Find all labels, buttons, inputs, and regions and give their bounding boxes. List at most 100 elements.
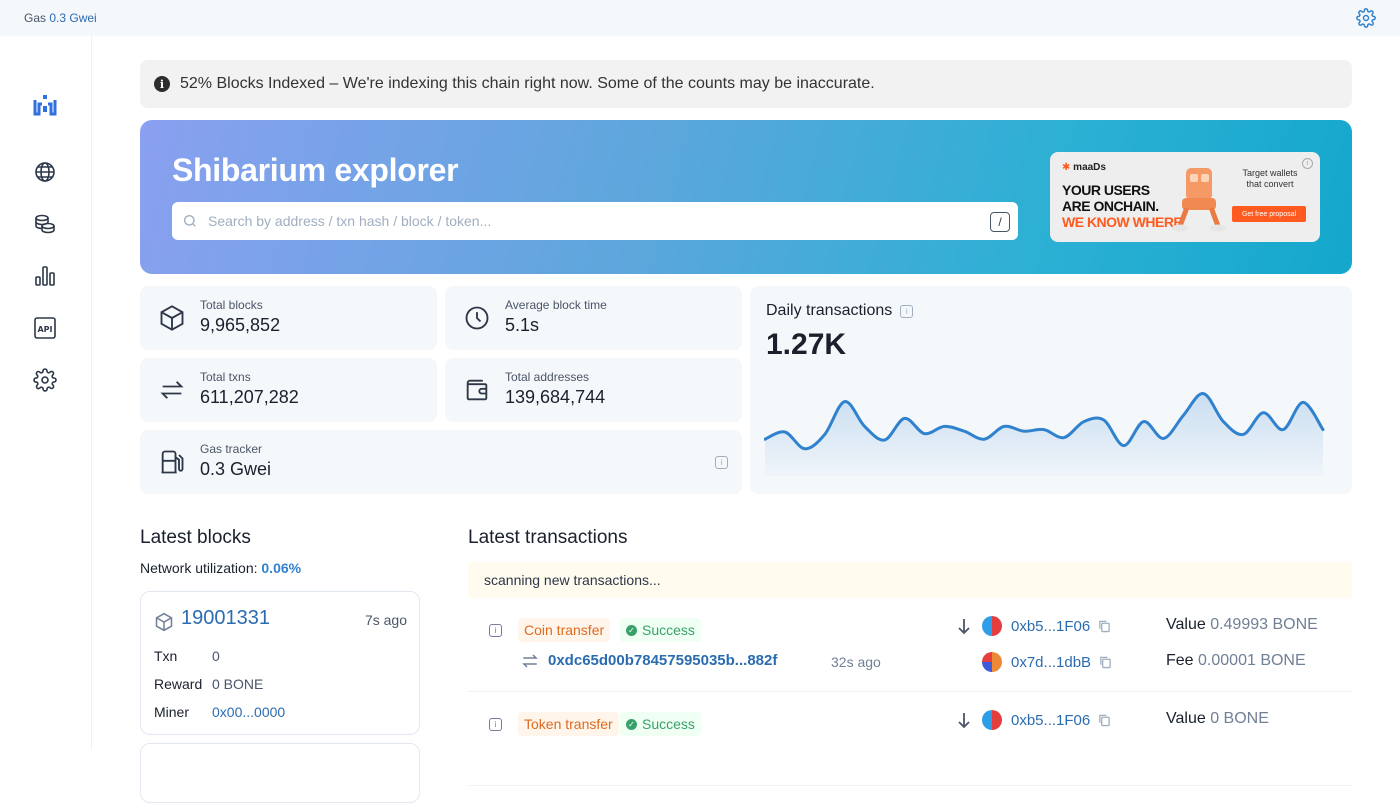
latest-blocks-title: Latest blocks [140, 527, 251, 548]
success-check-icon: ✓ [626, 718, 637, 730]
settings-gear-icon[interactable] [1356, 8, 1376, 28]
top-bar: Gas 0.3 Gwei [0, 0, 1400, 36]
tx-to-address[interactable]: 0x7d...1dbB [982, 652, 1112, 672]
block-txn-row: Txn 0 [154, 648, 220, 664]
indexing-alert: i 52% Blocks Indexed – We're indexing th… [140, 60, 1352, 108]
address-avatar [982, 616, 1002, 636]
stats-chart-icon[interactable] [33, 264, 57, 288]
arrow-down-icon [958, 713, 970, 729]
stat-average-block-time: Average block time 5.1s [445, 286, 742, 350]
ad-cta-button[interactable]: Get free proposal [1232, 206, 1306, 222]
tx-status-badge: ✓ Success [620, 712, 701, 736]
gas-indicator: Gas 0.3 Gwei [24, 11, 97, 25]
ad-brand: ✱ maaDs [1062, 162, 1106, 173]
gas-info-icon[interactable]: i [715, 456, 728, 469]
scanning-notice: scanning new transactions... [468, 562, 1352, 598]
ad-headline-2: ARE ONCHAIN. [1062, 198, 1159, 214]
cube-icon [160, 305, 184, 331]
block-miner-link[interactable]: 0x00...0000 [212, 704, 285, 720]
gas-label: Gas [24, 11, 47, 25]
settings-icon[interactable] [33, 368, 57, 392]
stat-label: Total addresses [505, 370, 590, 384]
tx-age: 32s ago [831, 654, 881, 670]
copy-icon[interactable] [1098, 619, 1111, 633]
stat-value: 0.3 Gwei [200, 459, 272, 479]
ad-mascot-illustration [1172, 168, 1226, 232]
success-check-icon: ✓ [626, 624, 637, 636]
stat-label: Total txns [200, 370, 251, 384]
daily-transactions-value: 1.27K [766, 328, 847, 361]
clock-icon [465, 306, 489, 330]
block-miner-row: Miner 0x00...0000 [154, 704, 286, 720]
search-bar[interactable]: / [172, 202, 1018, 240]
svg-text:API: API [37, 325, 52, 334]
tx-type-badge: Token transfer [518, 712, 619, 736]
gas-pump-icon [161, 450, 184, 474]
tx-value: Value 0.49993 BONE [1166, 616, 1318, 633]
address-avatar [982, 652, 1002, 672]
transaction-row: i Token transfer ✓ Success 0xb5...1F06 Va… [468, 692, 1352, 786]
block-reward-row: Reward 0 BONE [154, 676, 264, 692]
stat-total-txns: Total txns 611,207,282 [140, 358, 437, 422]
tx-fee: Fee 0.00001 BONE [1166, 652, 1306, 669]
tx-hash-link[interactable]: 0xdc65d00b78457595035b...882f [548, 652, 777, 669]
api-icon[interactable]: API [33, 316, 57, 340]
wallet-icon [466, 379, 488, 401]
gas-value: 0.3 Gwei [49, 11, 97, 25]
block-txn-value: 0 [212, 648, 220, 664]
tx-type-badge: Coin transfer [518, 618, 611, 642]
daily-info-icon[interactable]: i [900, 304, 914, 318]
stat-label: Average block time [505, 298, 607, 312]
block-number-link[interactable]: 19001331 [181, 607, 270, 630]
tx-info-icon[interactable]: i [489, 624, 502, 637]
transfer-arrows-icon [160, 381, 184, 399]
copy-icon[interactable] [1099, 655, 1112, 669]
stat-value: 5.1s [505, 315, 540, 335]
transfer-arrows-icon [522, 654, 538, 668]
globe-icon[interactable] [33, 160, 57, 184]
tx-from-address[interactable]: 0xb5...1F06 [982, 710, 1111, 730]
latest-transactions-title: Latest transactions [468, 527, 628, 548]
alert-text: 52% Blocks Indexed – We're indexing this… [180, 75, 875, 92]
stat-total-blocks: Total blocks 9,965,852 [140, 286, 437, 350]
network-utilization: Network utilization: 0.06% [140, 560, 302, 576]
transaction-row: i Coin transfer ✓ Success 0xdc65d00b78457… [468, 598, 1352, 692]
utilization-value: 0.06% [261, 560, 302, 576]
tx-status-badge: ✓ Success [620, 618, 701, 642]
tokens-coins-icon[interactable] [33, 212, 57, 236]
daily-transactions-card: Daily transactions i 1.27K [750, 286, 1352, 494]
copy-icon[interactable] [1098, 713, 1111, 727]
ad-headline-1: YOUR USERS [1062, 182, 1150, 198]
daily-transactions-chart [764, 392, 1325, 476]
tx-value: Value 0 BONE [1166, 710, 1269, 727]
stat-label: Gas tracker [200, 442, 263, 456]
search-shortcut-key: / [990, 212, 1010, 232]
search-icon [184, 215, 196, 227]
block-card [140, 743, 420, 803]
ad-tagline: Target wallets that convert [1242, 168, 1298, 189]
ad-headline-3: WE KNOW WHERE [1062, 214, 1183, 230]
stat-gas-tracker: Gas tracker 0.3 Gwei i [140, 430, 742, 494]
arrow-down-icon [958, 619, 970, 635]
tx-info-icon[interactable]: i [489, 718, 502, 731]
search-input[interactable] [208, 213, 968, 229]
tx-from-address[interactable]: 0xb5...1F06 [982, 616, 1111, 636]
address-avatar [982, 710, 1002, 730]
stat-value: 9,965,852 [200, 315, 281, 335]
stat-total-addresses: Total addresses 139,684,744 [445, 358, 742, 422]
block-cube-icon [155, 612, 173, 632]
stat-value: 611,207,282 [200, 387, 299, 407]
hero-banner: Shibarium explorer / ✱ maaDs YOUR USERS … [140, 120, 1352, 274]
sidebar: API [0, 36, 92, 750]
ad-info-icon[interactable]: i [1302, 158, 1313, 169]
stat-label: Total blocks [200, 298, 263, 312]
stat-value: 139,684,744 [505, 387, 606, 407]
info-icon: i [154, 76, 170, 92]
ad-banner[interactable]: ✱ maaDs YOUR USERS ARE ONCHAIN. WE KNOW … [1050, 152, 1320, 242]
block-reward-value: 0 BONE [212, 676, 264, 692]
block-card: 19001331 7s ago Txn 0 Reward 0 BONE Mine… [140, 591, 420, 735]
daily-transactions-title: Daily transactions i [766, 302, 914, 320]
block-age: 7s ago [364, 612, 407, 628]
page-title: Shibarium explorer [172, 152, 459, 188]
shibarium-logo-icon[interactable] [32, 92, 58, 118]
